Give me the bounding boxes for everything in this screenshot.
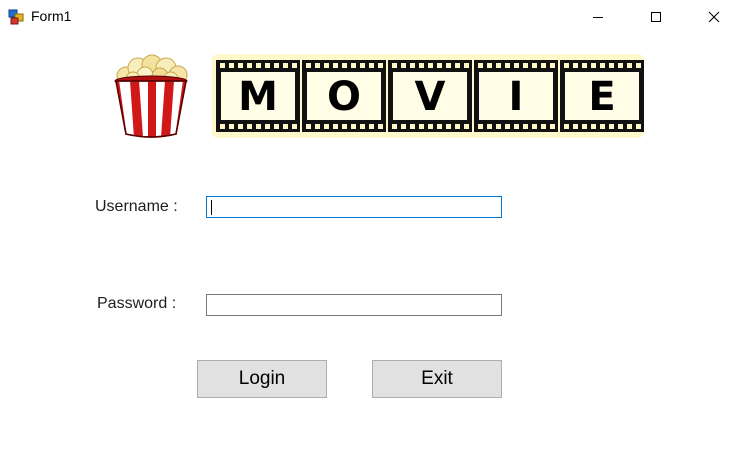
username-label: Username : — [95, 198, 178, 215]
close-button[interactable] — [685, 0, 741, 34]
film-frame: O — [302, 60, 386, 132]
movie-banner: MOVIE — [212, 54, 644, 138]
maximize-icon — [651, 12, 661, 22]
film-frame: V — [388, 60, 472, 132]
login-window: Form1 M O V I E Username: Password: Lo… — [0, 0, 741, 462]
film-letter: E — [588, 74, 615, 120]
film-frame: M — [216, 60, 300, 132]
text-caret — [211, 200, 212, 215]
username-field[interactable] — [206, 196, 502, 218]
title-bar: Form1 — [0, 0, 741, 34]
close-icon — [708, 11, 720, 23]
film-frame: E — [560, 60, 644, 132]
minimize-icon — [593, 17, 603, 18]
minimize-button[interactable] — [569, 0, 627, 34]
film-frame: I — [474, 60, 558, 132]
password-label: Password : — [97, 295, 177, 312]
maximize-button[interactable] — [627, 0, 685, 34]
window-title: Form1 — [31, 8, 72, 24]
app-icon[interactable] — [8, 9, 24, 25]
password-field[interactable] — [206, 294, 502, 316]
popcorn-icon — [108, 54, 194, 138]
film-letter: M — [238, 74, 278, 120]
login-button[interactable]: Login — [197, 360, 327, 398]
film-letter: I — [509, 74, 524, 120]
film-letter: V — [415, 74, 446, 120]
film-letter: O — [327, 74, 361, 120]
exit-button[interactable]: Exit — [372, 360, 502, 398]
